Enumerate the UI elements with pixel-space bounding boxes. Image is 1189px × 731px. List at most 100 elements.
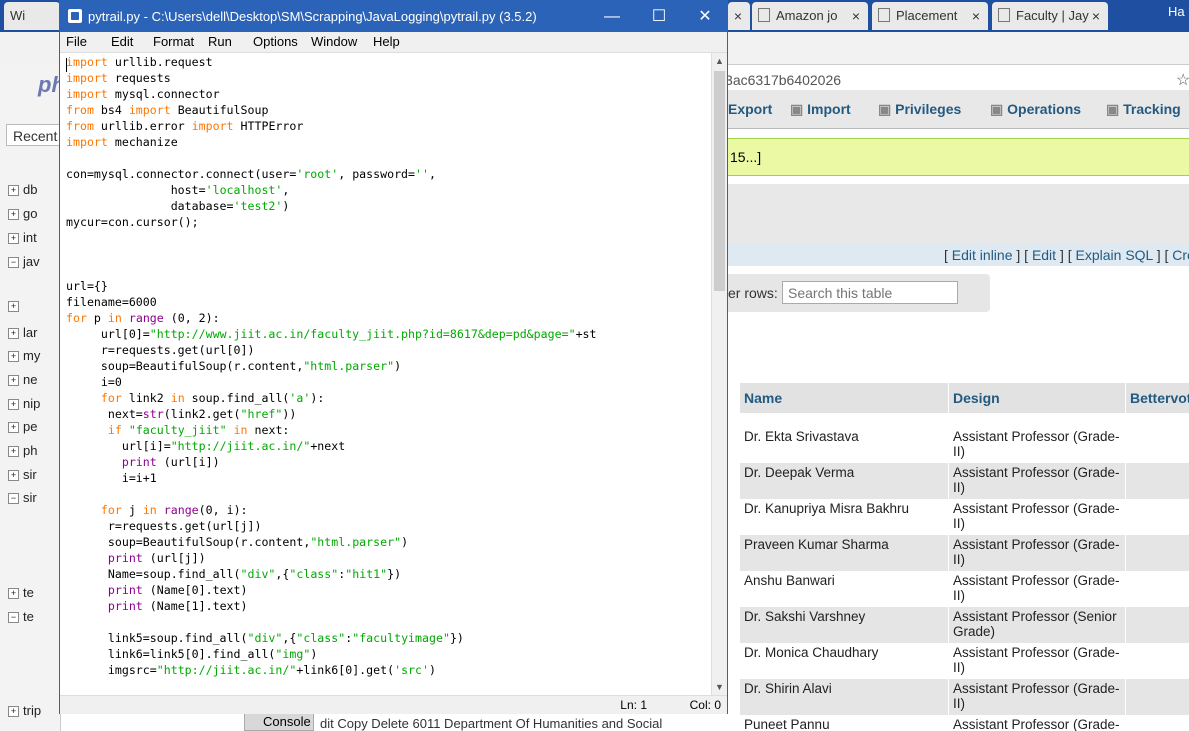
scroll-up-arrow-icon[interactable]: ▲	[712, 53, 727, 69]
tree-item-label: sir	[23, 467, 37, 482]
idle-title-bar[interactable]: pytrail.py - C:\Users\dell\Desktop\SM\Sc…	[60, 1, 727, 32]
code-line: host='localhost',	[66, 183, 290, 197]
code-line: i=0	[66, 375, 122, 389]
line-number: Ln: 1	[620, 698, 647, 712]
expand-toggle-icon[interactable]: −	[8, 493, 19, 504]
menu-file[interactable]: File	[66, 32, 87, 52]
tree-item[interactable]: + nip	[8, 396, 40, 414]
tree-item[interactable]: + ne	[8, 372, 37, 390]
menu-edit[interactable]: Edit	[111, 32, 133, 52]
tree-item[interactable]: + ph	[8, 443, 37, 461]
scroll-thumb[interactable]	[714, 71, 725, 291]
tree-item[interactable]: − sir	[8, 490, 37, 508]
pma-tab-import[interactable]: ▣ Import	[790, 90, 851, 128]
tree-item-label: trip	[23, 703, 42, 718]
minimize-button[interactable]: —	[589, 1, 635, 32]
tree-item[interactable]: − te	[8, 609, 34, 627]
tab-close-icon[interactable]: ×	[852, 2, 860, 30]
tree-item[interactable]: + int	[8, 230, 37, 248]
expand-toggle-icon[interactable]: +	[8, 470, 19, 481]
bettervote-cell	[1126, 715, 1189, 731]
expand-toggle-icon[interactable]: +	[8, 301, 19, 312]
close-button[interactable]: ✕	[682, 1, 728, 32]
tab-close-icon[interactable]: ×	[734, 2, 742, 30]
console-tab[interactable]: Console	[244, 712, 314, 731]
edit-inline-link[interactable]: Edit inline	[952, 247, 1013, 263]
designation-cell: Assistant Professor (Grade-II)	[949, 571, 1126, 607]
expand-toggle-icon[interactable]: +	[8, 588, 19, 599]
expand-toggle-icon[interactable]: +	[8, 328, 19, 339]
code-line: print (Name[1].text)	[107, 599, 248, 613]
query-success-message: 15...]	[728, 138, 1189, 176]
menu-format[interactable]: Format	[153, 32, 194, 52]
browser-tab[interactable]: Placement ×	[872, 2, 988, 30]
column-header[interactable]: Design	[949, 383, 1126, 413]
tab-close-icon[interactable]: ×	[972, 2, 980, 30]
explain-sql-link[interactable]: Explain SQL	[1076, 247, 1153, 263]
bettervote-cell	[1126, 463, 1189, 499]
menu-help[interactable]: Help	[373, 32, 400, 52]
create-php-code-link[interactable]: Crea	[1172, 247, 1189, 263]
browser-tab[interactable]: Wi	[4, 2, 60, 30]
recent-tables-button[interactable]: Recent	[6, 124, 62, 146]
code-line: print (url[i])	[121, 455, 220, 469]
tab-close-icon[interactable]: ×	[1092, 2, 1100, 30]
tree-item[interactable]: + sir	[8, 467, 37, 485]
browser-tab[interactable]: Amazon jo ×	[752, 2, 868, 30]
address-bar[interactable]: f86003ac6317b6402026	[690, 68, 1170, 92]
bookmark-star-icon[interactable]: ☆	[1176, 70, 1189, 90]
menu-window[interactable]: Window	[311, 32, 357, 52]
expand-toggle-icon[interactable]: +	[8, 446, 19, 457]
expand-toggle-icon[interactable]: +	[8, 375, 19, 386]
menu-options[interactable]: Options	[253, 32, 298, 52]
expand-toggle-icon[interactable]: +	[8, 422, 19, 433]
browser-tab[interactable]: ×	[728, 2, 750, 30]
expand-toggle-icon[interactable]: +	[8, 209, 19, 220]
expand-toggle-icon[interactable]: +	[8, 185, 19, 196]
column-header[interactable]: Bettervote	[1126, 383, 1189, 413]
code-line: Name=soup.find_all("div",{"class":"hit1"…	[66, 567, 402, 581]
column-header[interactable]: Name	[740, 383, 949, 413]
maximize-button[interactable]: ☐	[636, 1, 682, 32]
browser-tab-label: Placement	[896, 8, 958, 23]
scroll-down-arrow-icon[interactable]: ▼	[712, 679, 727, 695]
edit-link[interactable]: Edit	[1032, 247, 1056, 263]
menu-run[interactable]: Run	[208, 32, 232, 52]
tree-item[interactable]: + db	[8, 182, 37, 200]
faculty-name-cell: Dr. Sakshi Varshney	[740, 607, 949, 643]
expand-toggle-icon[interactable]: −	[8, 612, 19, 623]
code-line: url[0]="http://www.jiit.ac.in/faculty_ji…	[66, 327, 597, 341]
code-line: print (url[j])	[107, 551, 206, 565]
pma-tab-privileges[interactable]: ▣ Privileges	[878, 90, 961, 128]
tree-item[interactable]: +	[8, 298, 23, 316]
expand-toggle-icon[interactable]: +	[8, 706, 19, 717]
tree-item[interactable]: + te	[8, 585, 34, 603]
faculty-name-cell: Dr. Monica Chaudhary	[740, 643, 949, 679]
designation-cell: Assistant Professor (Grade-	[949, 715, 1126, 731]
browser-tab[interactable]: Faculty | Jay ×	[992, 2, 1108, 30]
faculty-name-cell: Puneet Pannu	[740, 715, 949, 731]
filter-rows-input[interactable]	[782, 281, 958, 304]
code-line: print (Name[0].text)	[107, 583, 248, 597]
pma-tab-export[interactable]: Export	[728, 90, 772, 128]
faculty-name-cell: Dr. Ekta Srivastava	[740, 427, 949, 463]
code-line: r=requests.get(url[j])	[66, 519, 262, 533]
pma-tab-tracking[interactable]: ▣ Tracking	[1106, 90, 1181, 128]
expand-toggle-icon[interactable]: +	[8, 351, 19, 362]
tree-item[interactable]: + trip	[8, 703, 41, 721]
vertical-scrollbar[interactable]: ▲ ▼	[711, 53, 727, 695]
pma-tab-operations[interactable]: ▣ Operations	[990, 90, 1081, 128]
expand-toggle-icon[interactable]: +	[8, 399, 19, 410]
code-line: filename=6000	[66, 295, 157, 309]
tree-item[interactable]: + my	[8, 348, 40, 366]
tree-item[interactable]: + lar	[8, 325, 37, 343]
code-editor[interactable]: import urllib.request import requests impo…	[60, 53, 711, 695]
expand-toggle-icon[interactable]: +	[8, 233, 19, 244]
tree-item[interactable]: + pe	[8, 419, 37, 437]
code-line: import mechanize	[66, 135, 178, 149]
tree-item[interactable]: + go	[8, 206, 37, 224]
wrench-icon: ▣	[990, 101, 1008, 117]
idle-editor-window: pytrail.py - C:\Users\dell\Desktop\SM\Sc…	[59, 0, 728, 714]
tree-item[interactable]: − jav	[8, 254, 40, 272]
expand-toggle-icon[interactable]: −	[8, 257, 19, 268]
